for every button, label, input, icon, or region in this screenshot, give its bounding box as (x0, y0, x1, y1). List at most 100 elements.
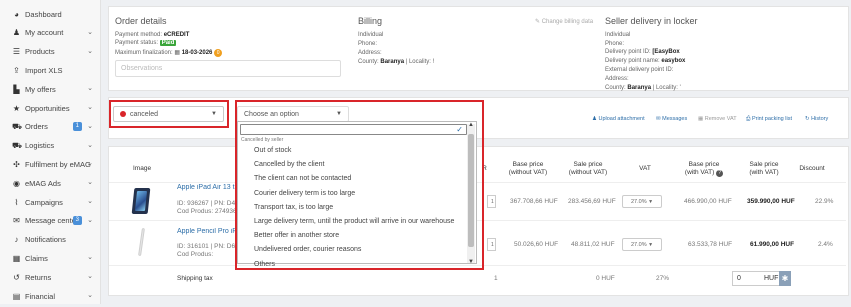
envelope-icon: ✉ (656, 116, 661, 122)
finalization-badge: 0 (214, 49, 223, 57)
history-link[interactable]: ↻ History (805, 116, 828, 122)
messages-label: Messages (662, 116, 688, 122)
message-icon: ✉ (13, 216, 20, 226)
table-icon: ▦ (698, 116, 704, 122)
shipping-value-input[interactable]: 0 HUF (732, 271, 780, 286)
save-shipping-button[interactable]: ✱ (779, 271, 791, 286)
finalization-label: Maximum finalization: (115, 50, 173, 56)
sale-price-vat: 359.990,00 HUF (747, 198, 795, 205)
payment-status-label: Payment status: (115, 40, 159, 46)
shipping-value: 0 (737, 275, 741, 282)
billing-title: Billing (358, 16, 383, 26)
delivery-point-name: Delivery point name: easybox (605, 58, 685, 64)
delivery-point-id-value: [EasyBox (652, 49, 680, 55)
header-discount: Discount (799, 165, 825, 172)
scroll-up-icon[interactable]: ▲ (468, 122, 474, 128)
print-packing-link[interactable]: ⎙ Print packing list (746, 116, 792, 123)
chevron-down-icon: ⌄ (87, 28, 93, 36)
chevron-down-icon: ⌄ (87, 160, 93, 168)
sidebar-item-label: Import XLS (25, 65, 63, 75)
header-sale-vat-line1: Sale price (749, 161, 779, 168)
cancel-reason-option[interactable]: Others (254, 261, 275, 268)
dropdown-search-input[interactable]: ✓ (240, 124, 467, 135)
header-base-no-vat: Base price (without VAT) (503, 161, 553, 177)
remove-vat-label: Remove VAT (704, 116, 737, 122)
option-group-label: Cancelled by seller (241, 137, 284, 143)
vat-select[interactable]: 27.0% ▼ (622, 238, 662, 251)
dropdown-scrollbar[interactable]: ▲ ▼ (467, 122, 475, 265)
observations-input[interactable]: Observations (115, 60, 341, 77)
header-sale-vat: Sale price (with VAT) (739, 161, 789, 177)
handshake-icon: ✣ (13, 159, 20, 169)
cancel-reason-dropdown: ✓ Cancelled by seller Out of stock Cancel… (237, 121, 477, 268)
header-vat: VAT (639, 165, 651, 172)
list-icon: ☰ (12, 47, 21, 57)
delivery-point-id-label: Delivery point ID: (605, 49, 651, 55)
qty-input[interactable]: 1 (487, 195, 496, 208)
discount-value: 22.9% (815, 198, 834, 205)
chevron-down-icon: ⌄ (87, 273, 93, 281)
delivery-locality-value: ' (679, 85, 681, 91)
cancel-reason-placeholder: Choose an option (244, 110, 299, 118)
cancel-reason-option[interactable]: Undelivered order, courier reasons (254, 246, 361, 253)
cancel-reason-option[interactable]: Better offer in another store (254, 232, 339, 239)
billing-locality-value: ! (432, 59, 435, 65)
delivery-county-value: Baranya (627, 85, 652, 91)
chevron-down-icon: ⌄ (87, 47, 93, 55)
header-sale-vat-line2: (with VAT) (749, 169, 779, 176)
scrollbar-thumb[interactable] (468, 134, 474, 247)
billing-individual: Individual (358, 32, 384, 38)
cancel-reason-option[interactable]: Courier delivery term is too large (254, 190, 355, 197)
count-badge: 1 (72, 121, 82, 131)
sidebar-item-label: Products (25, 47, 55, 57)
vat-value: 27.0% (631, 242, 647, 248)
vat-select[interactable]: 27.0% ▼ (622, 195, 662, 208)
header-base-vat-text: Base price (688, 161, 720, 168)
messages-link[interactable]: ✉ Messages (656, 116, 687, 122)
header-base-vat-sub: (with VAT) (684, 169, 715, 176)
shipping-tax-label: Shipping tax (177, 275, 213, 282)
chevron-down-icon: ⌄ (87, 198, 93, 205)
sidebar-item-label: My account (25, 28, 64, 38)
chevron-down-icon: ⌄ (87, 85, 93, 93)
sidebar-item-label: Opportunities (25, 103, 70, 113)
sidebar: ◕ Dashboard ♟ My account ⌄ ☰ Products ⌄ ⇪ Import … (0, 0, 101, 304)
count-badge: 3 (72, 215, 82, 225)
change-billing-link[interactable]: ✎ Change billing data (535, 18, 593, 25)
qty-input[interactable]: 1 (487, 238, 496, 251)
chevron-down-icon: ⌄ (87, 179, 93, 187)
cancel-reason-option[interactable]: Transport tax, is too large (254, 204, 333, 211)
scroll-down-icon[interactable]: ▼ (468, 259, 474, 265)
sale-price-no-vat: 283.456,69 HUF (568, 198, 616, 205)
delivery-title: Seller delivery in locker (605, 16, 698, 26)
cancel-reason-option[interactable]: Out of stock (254, 147, 291, 154)
header-base-no-vat-line1: Base price (512, 161, 544, 168)
chevron-down-icon: ⌄ (87, 254, 93, 262)
pencil-thumbnail (137, 227, 147, 257)
sidebar-item-label: Fulfilment by eMAG (25, 159, 91, 169)
sidebar-item-label: Notifications (25, 235, 66, 245)
sidebar-item-label: Dashboard (25, 9, 62, 19)
delivery-county: County: Baranya | Locality: ' (605, 85, 681, 91)
upload-attachment-link[interactable]: ♟ Upload attachment (592, 116, 645, 122)
delivery-individual: Individual (605, 32, 631, 38)
ads-icon: ◉ (13, 178, 20, 188)
cancel-reason-option[interactable]: Cancelled by the client (254, 161, 324, 168)
header-sale-no-vat-line2: (without VAT) (568, 169, 608, 176)
remove-vat-link[interactable]: ▦ Remove VAT (698, 116, 737, 122)
delivery-address: Address: (605, 76, 629, 82)
sale-price-no-vat: 48.811,02 HUF (571, 241, 615, 248)
base-price-vat: 466.990,00 HUF (684, 198, 732, 205)
cancel-reason-option[interactable]: Large delivery term, until the product w… (254, 218, 454, 225)
order-details-title: Order details (115, 16, 167, 26)
order-status-select[interactable]: canceled ▼ (113, 106, 224, 122)
status-dot (120, 111, 126, 117)
cancel-reason-option[interactable]: The client can not be contacted (254, 175, 351, 182)
header-base-vat: Base price (with VAT) ? (679, 161, 729, 177)
order-status-value: canceled (130, 110, 159, 118)
payment-status: Payment status: Paid (115, 40, 177, 46)
billing-county: County: Baranya | Locality: ! (358, 59, 435, 65)
cancel-reason-select[interactable]: Choose an option ▼ (237, 106, 349, 122)
shipping-qty: 1 (494, 275, 498, 282)
sidebar-item-label: Logistics (25, 141, 55, 151)
